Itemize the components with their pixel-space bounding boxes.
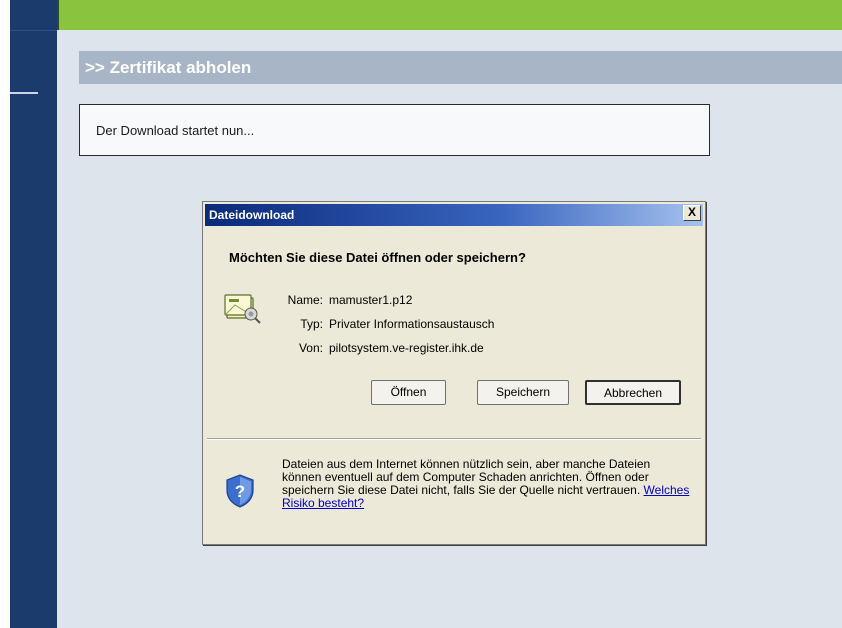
file-name-value: mamuster1.p12 xyxy=(329,293,413,307)
dialog-divider xyxy=(207,438,701,440)
open-button[interactable]: Öffnen xyxy=(371,380,446,405)
file-download-dialog: Dateidownload X Möchten Sie diese Datei … xyxy=(202,201,706,545)
file-from-value: pilotsystem.ve-register.ihk.de xyxy=(329,341,484,355)
security-warning: Dateien aus dem Internet können nützlich… xyxy=(282,458,692,510)
left-sidebar-top xyxy=(10,0,57,31)
left-sidebar-accent-line xyxy=(10,92,38,94)
svg-text:?: ? xyxy=(235,482,245,501)
dialog-question: Möchten Sie diese Datei öffnen oder spei… xyxy=(229,250,526,265)
left-sidebar xyxy=(10,0,57,628)
save-button[interactable]: Speichern xyxy=(477,380,569,405)
top-header-bar xyxy=(57,0,842,30)
file-from-label: Von: xyxy=(298,341,323,355)
certificate-file-icon xyxy=(224,294,261,324)
file-type-value: Privater Informationsaustausch xyxy=(329,317,495,331)
file-name-label: Name: xyxy=(287,293,323,307)
dialog-titlebar[interactable]: Dateidownload xyxy=(205,204,703,226)
shield-question-icon: ? xyxy=(226,474,254,508)
security-warning-text: Dateien aus dem Internet können nützlich… xyxy=(282,457,651,497)
dialog-title: Dateidownload xyxy=(209,208,295,222)
close-icon[interactable]: X xyxy=(683,205,701,221)
top-header-separator xyxy=(57,0,59,30)
section-title: >> Zertifikat abholen xyxy=(79,51,842,84)
cancel-button[interactable]: Abbrechen xyxy=(585,380,681,405)
file-type-label: Typ: xyxy=(300,317,323,331)
download-status-box: Der Download startet nun... xyxy=(79,104,710,156)
